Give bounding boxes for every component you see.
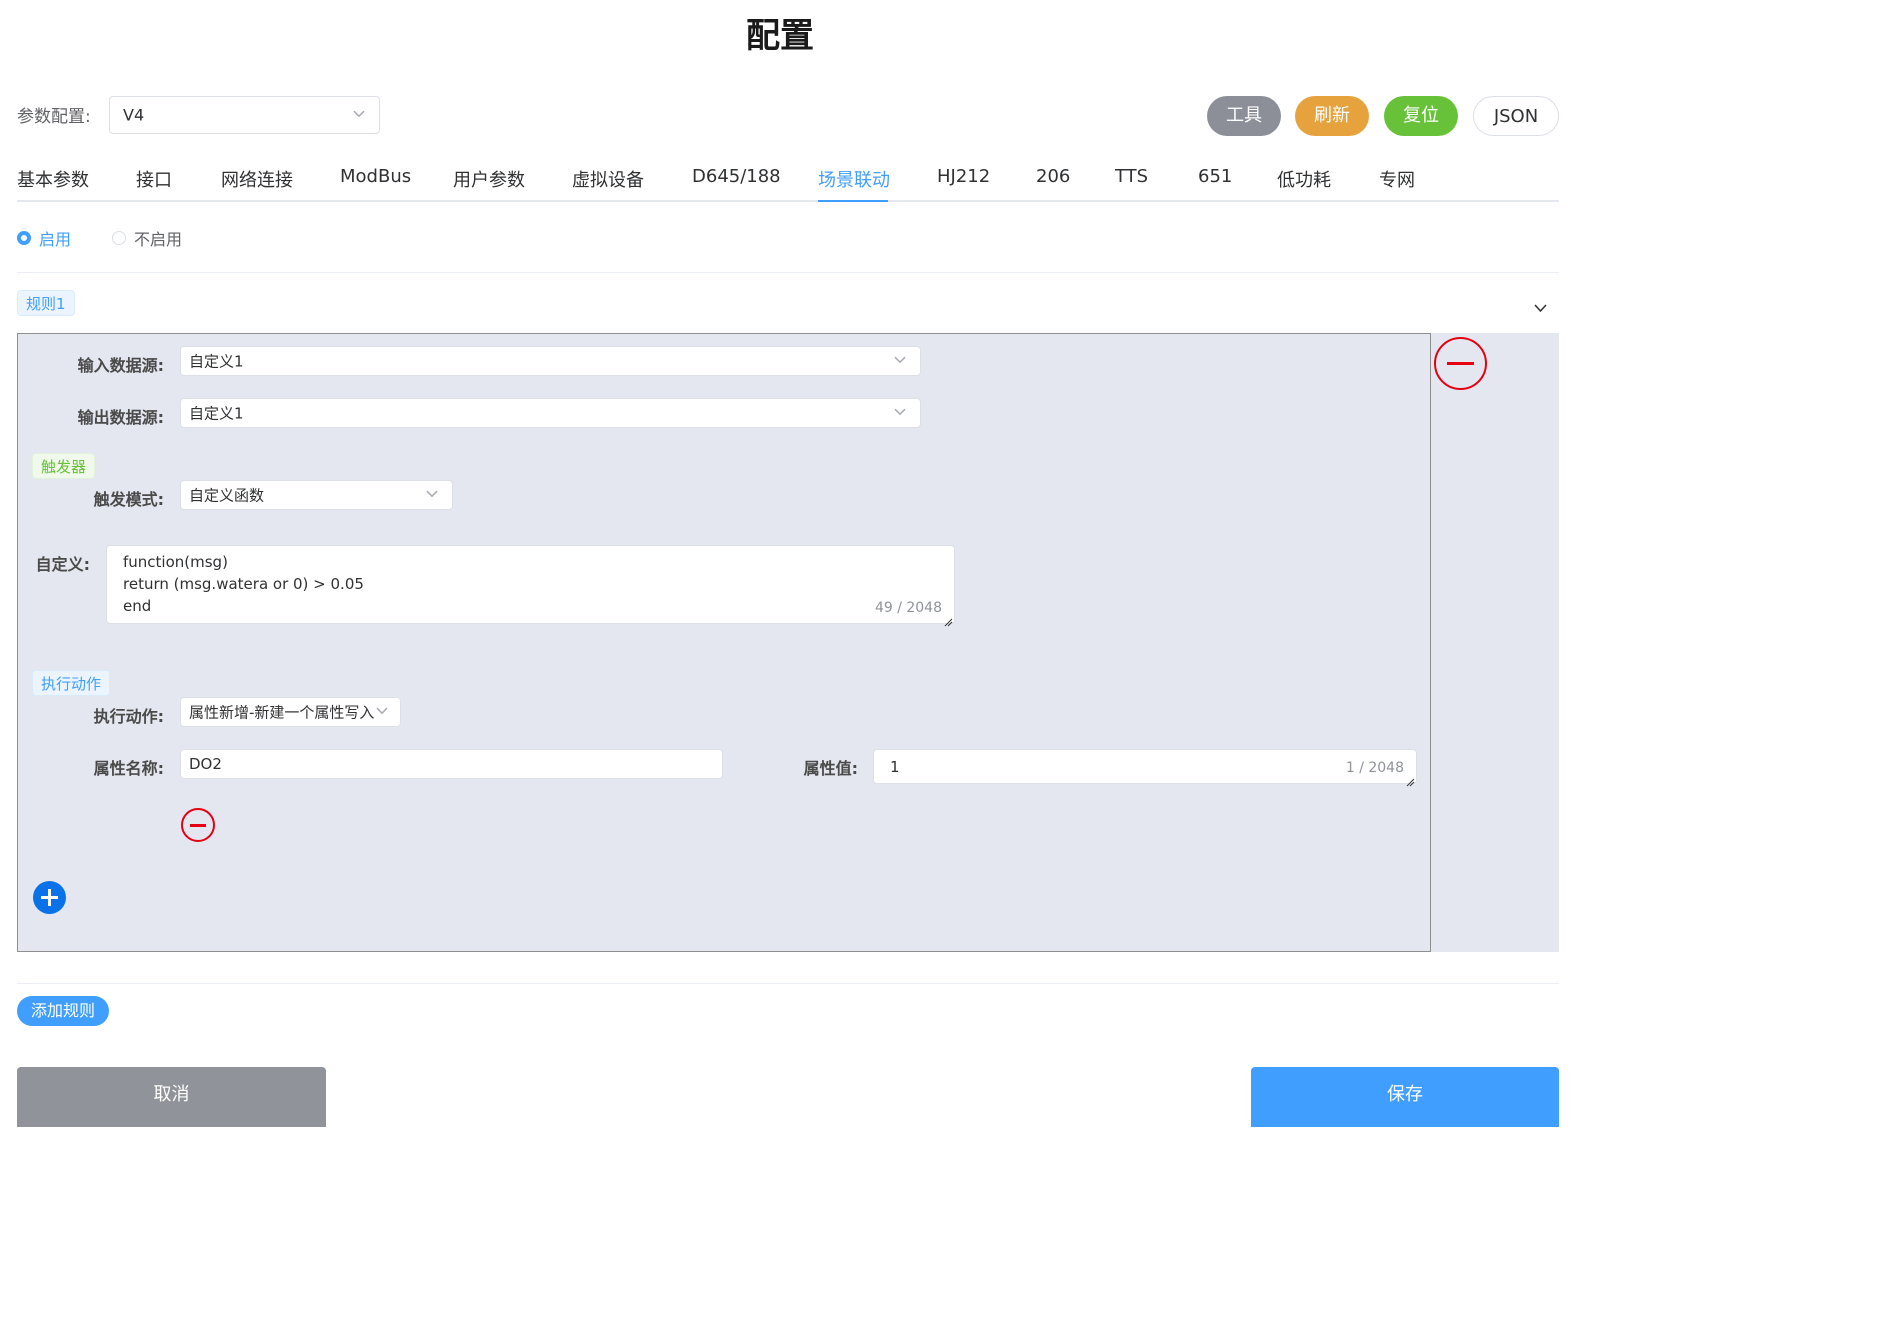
- code-line: function(msg): [123, 553, 228, 571]
- input-source-select[interactable]: 自定义1: [180, 346, 921, 376]
- add-action-icon[interactable]: [33, 881, 66, 914]
- radio-unchecked-icon: [112, 231, 126, 245]
- action-select[interactable]: 属性新增-新建一个属性写入: [180, 697, 401, 727]
- tab-modbus[interactable]: ModBus: [340, 166, 411, 187]
- radio-enable-label: 启用: [39, 230, 72, 249]
- collapse-chevron-icon[interactable]: [1534, 298, 1547, 317]
- action-tag: 执行动作: [32, 670, 111, 696]
- chevron-down-icon: [894, 356, 906, 364]
- divider: [17, 272, 1559, 273]
- radio-disable-label: 不启用: [134, 230, 183, 249]
- input-source-value: 自定义1: [189, 352, 244, 371]
- custom-label: 自定义:: [35, 555, 90, 574]
- trigger-mode-label: 触发模式:: [93, 490, 164, 509]
- output-source-value: 自定义1: [189, 404, 244, 423]
- tools-button[interactable]: 工具: [1207, 96, 1281, 136]
- tab-hj212[interactable]: HJ212: [937, 166, 990, 187]
- chevron-down-icon: [376, 707, 388, 715]
- tab-206[interactable]: 206: [1036, 166, 1070, 187]
- char-counter: 1 / 2048: [1345, 760, 1404, 776]
- remove-action-icon[interactable]: [181, 808, 215, 842]
- attr-name-input[interactable]: DO2: [180, 749, 723, 779]
- json-button[interactable]: JSON: [1473, 96, 1559, 136]
- tab-d645[interactable]: D645/188: [692, 166, 781, 187]
- attr-name-value: DO2: [189, 755, 222, 773]
- tab-private-network[interactable]: 专网: [1379, 166, 1415, 192]
- attr-value-label: 属性值:: [803, 759, 858, 778]
- divider: [17, 983, 1559, 984]
- trigger-mode-value: 自定义函数: [189, 486, 265, 505]
- resize-handle-icon[interactable]: [1405, 772, 1415, 787]
- tab-user-params[interactable]: 用户参数: [453, 166, 525, 192]
- attr-name-label: 属性名称:: [93, 759, 164, 778]
- save-button[interactable]: 保存: [1251, 1067, 1559, 1127]
- tab-tts[interactable]: TTS: [1115, 166, 1148, 187]
- trigger-tag: 触发器: [32, 453, 96, 479]
- radio-disable[interactable]: 不启用: [112, 226, 182, 250]
- chevron-down-icon: [894, 408, 906, 416]
- tab-network[interactable]: 网络连接: [221, 166, 293, 192]
- tab-651[interactable]: 651: [1198, 166, 1232, 187]
- custom-function-textarea[interactable]: function(msg) return (msg.watera or 0) >…: [106, 545, 955, 627]
- tab-interface[interactable]: 接口: [136, 166, 172, 192]
- resize-handle-icon[interactable]: [943, 612, 953, 627]
- chevron-down-icon: [353, 110, 365, 118]
- config-label: 参数配置:: [17, 107, 91, 127]
- output-source-label: 输出数据源:: [77, 408, 164, 427]
- action-label: 执行动作:: [93, 707, 164, 726]
- config-select[interactable]: V4: [109, 96, 380, 134]
- config-select-value: V4: [123, 105, 145, 125]
- page-title: 配置: [746, 16, 814, 56]
- tab-bar: 基本参数 接口 网络连接 ModBus 用户参数 虚拟设备 D645/188 场…: [17, 158, 1559, 202]
- attr-value-textarea[interactable]: 1 1 / 2048: [873, 749, 1417, 787]
- tab-scene-linkage[interactable]: 场景联动: [818, 166, 890, 192]
- active-tab-indicator: [818, 200, 888, 202]
- tab-low-power[interactable]: 低功耗: [1277, 166, 1331, 192]
- radio-enable[interactable]: 启用: [17, 226, 71, 250]
- code-line: end: [123, 597, 152, 615]
- reset-button[interactable]: 复位: [1384, 96, 1458, 136]
- attr-value-text: 1: [890, 758, 900, 776]
- add-rule-button[interactable]: 添加规则: [17, 996, 110, 1026]
- output-source-select[interactable]: 自定义1: [180, 398, 921, 428]
- chevron-down-icon: [426, 490, 438, 498]
- refresh-button[interactable]: 刷新: [1295, 96, 1369, 136]
- rule-side-panel: [1431, 333, 1559, 952]
- tab-basic-params[interactable]: 基本参数: [17, 166, 89, 192]
- cancel-button[interactable]: 取消: [17, 1067, 326, 1127]
- input-source-label: 输入数据源:: [77, 356, 164, 375]
- tab-virtual-device[interactable]: 虚拟设备: [572, 166, 644, 192]
- trigger-mode-select[interactable]: 自定义函数: [180, 480, 453, 510]
- code-line: return (msg.watera or 0) > 0.05: [123, 575, 364, 593]
- action-value: 属性新增-新建一个属性写入: [189, 703, 375, 722]
- char-counter: 49 / 2048: [874, 600, 942, 616]
- rule-title-tag[interactable]: 规则1: [17, 290, 75, 316]
- remove-rule-icon[interactable]: [1434, 337, 1487, 390]
- radio-checked-icon: [17, 231, 31, 245]
